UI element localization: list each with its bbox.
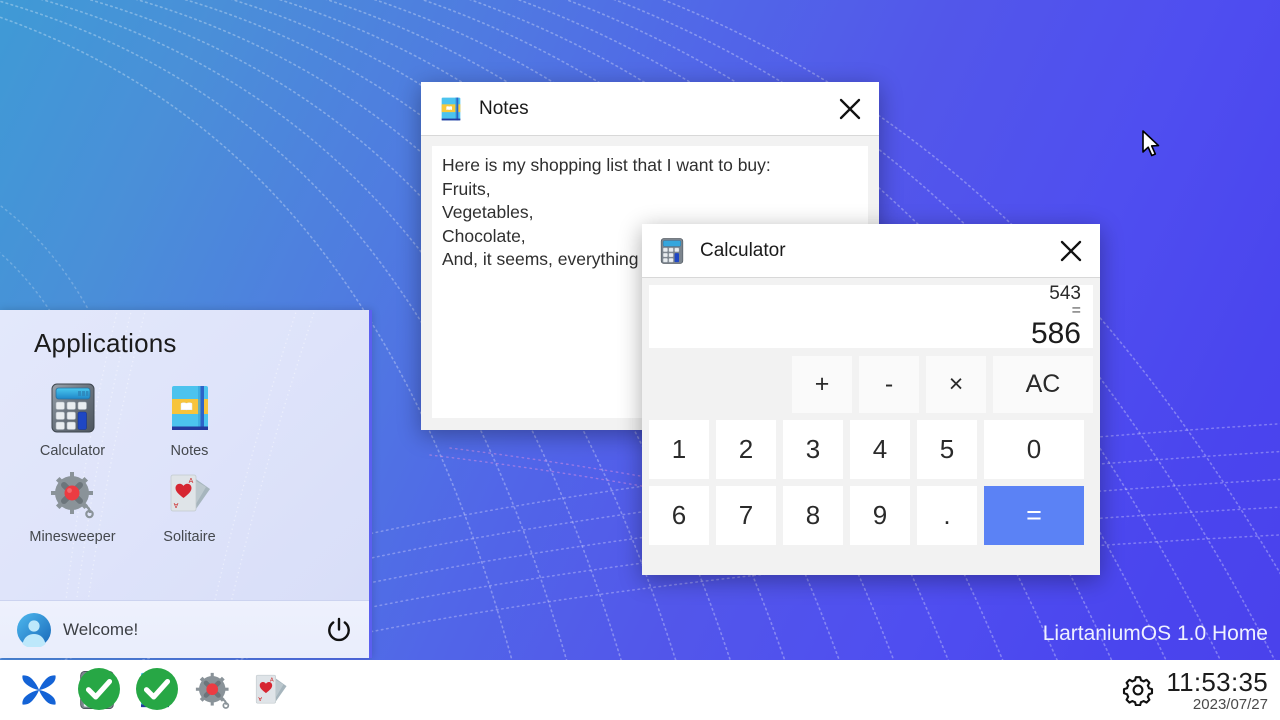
- calc-button-8[interactable]: 8: [783, 486, 843, 545]
- calculator-body: 543 = 586 + - × AC 1 2 3 4 5 0 6 7 8 9 .…: [642, 278, 1100, 575]
- calc-button-ac[interactable]: AC: [993, 356, 1093, 413]
- calculator-icon: [51, 383, 94, 433]
- notes-window-title: Notes: [479, 97, 529, 119]
- calculator-icon: [660, 237, 684, 264]
- calc-button-decimal[interactable]: .: [917, 486, 977, 545]
- calc-button-5[interactable]: 5: [917, 420, 977, 479]
- close-icon[interactable]: [835, 94, 865, 124]
- app-item-minesweeper[interactable]: Minesweeper: [14, 459, 131, 545]
- calculator-titlebar[interactable]: Calculator: [642, 224, 1100, 278]
- svg-text:A: A: [188, 478, 193, 485]
- start-button[interactable]: [16, 667, 62, 713]
- calculator-window[interactable]: Calculator 543 = 586 + - × AC 1 2 3 4 5 …: [642, 224, 1100, 575]
- calc-button-multiply[interactable]: ×: [926, 356, 986, 413]
- calc-button-3[interactable]: 3: [783, 420, 843, 479]
- clock-time: 11:53:35: [1166, 666, 1268, 697]
- taskbar-tray: 11:53:35 2023/07/27: [1122, 669, 1280, 712]
- mine-icon: [50, 472, 94, 519]
- calc-button-equals[interactable]: =: [984, 486, 1084, 545]
- applications-grid: Calculator Notes Minesweeper A A Solitai…: [0, 373, 369, 545]
- gear-icon[interactable]: [1122, 674, 1154, 706]
- calc-button-plus[interactable]: +: [792, 356, 852, 413]
- app-item-solitaire[interactable]: A A Solitaire: [131, 459, 248, 545]
- clock[interactable]: 11:53:35 2023/07/27: [1166, 669, 1268, 712]
- start-logo-icon: [22, 675, 56, 705]
- svg-text:A: A: [258, 695, 262, 701]
- applications-footer: Welcome!: [0, 600, 369, 658]
- applications-panel: Applications Calculator Notes Minesweepe…: [0, 310, 372, 658]
- calc-button-7[interactable]: 7: [716, 486, 776, 545]
- calculator-number-row-1: 1 2 3 4 5 0: [649, 420, 1093, 479]
- taskbar-items: A A: [0, 667, 294, 713]
- app-label: Solitaire: [163, 529, 216, 545]
- calculator-operator-row: + - × AC: [649, 356, 1093, 413]
- calc-button-4[interactable]: 4: [850, 420, 910, 479]
- calculator-window-title: Calculator: [700, 239, 786, 261]
- calculator-equals-sign: =: [1071, 301, 1081, 319]
- calc-button-minus[interactable]: -: [859, 356, 919, 413]
- mine-icon: [195, 672, 230, 709]
- app-item-notes[interactable]: Notes: [131, 373, 248, 459]
- taskbar-item-solitaire[interactable]: A A: [248, 667, 294, 713]
- svg-text:A: A: [173, 501, 178, 508]
- app-label: Minesweeper: [29, 529, 116, 545]
- taskbar-item-notes[interactable]: [132, 667, 178, 713]
- calc-button-1[interactable]: 1: [649, 420, 709, 479]
- notes-icon: [441, 97, 461, 120]
- os-version-label: LiartaniumOS 1.0 Home: [1042, 622, 1268, 645]
- applications-title: Applications: [34, 328, 177, 358]
- calc-button-0[interactable]: 0: [984, 420, 1084, 479]
- notes-titlebar[interactable]: Notes: [421, 82, 879, 136]
- app-label: Calculator: [39, 443, 106, 459]
- calculator-result: 586: [1030, 316, 1081, 350]
- taskbar: A A 11:53:35 2023/07/27: [0, 660, 1280, 720]
- running-check-icon: [78, 668, 120, 710]
- app-label: Notes: [170, 443, 209, 459]
- calc-button-6[interactable]: 6: [649, 486, 709, 545]
- calculator-expression: 543: [1049, 282, 1081, 304]
- playing-cards-icon: A A: [170, 474, 210, 512]
- calculator-number-row-2: 6 7 8 9 . =: [649, 486, 1093, 545]
- welcome-text: Welcome!: [63, 619, 139, 639]
- close-icon[interactable]: [1056, 236, 1086, 266]
- clock-date: 2023/07/27: [1192, 695, 1268, 713]
- taskbar-item-calculator[interactable]: [74, 667, 120, 713]
- playing-cards-icon: A A: [255, 674, 287, 704]
- app-item-calculator[interactable]: Calculator: [14, 373, 131, 459]
- calc-button-9[interactable]: 9: [850, 486, 910, 545]
- power-icon[interactable]: [324, 615, 354, 645]
- calculator-display: 543 = 586: [649, 282, 1093, 350]
- notes-icon: [171, 386, 208, 430]
- taskbar-item-minesweeper[interactable]: [190, 667, 236, 713]
- user-avatar-icon: [17, 612, 51, 647]
- calc-button-2[interactable]: 2: [716, 420, 776, 479]
- running-check-icon: [136, 668, 178, 710]
